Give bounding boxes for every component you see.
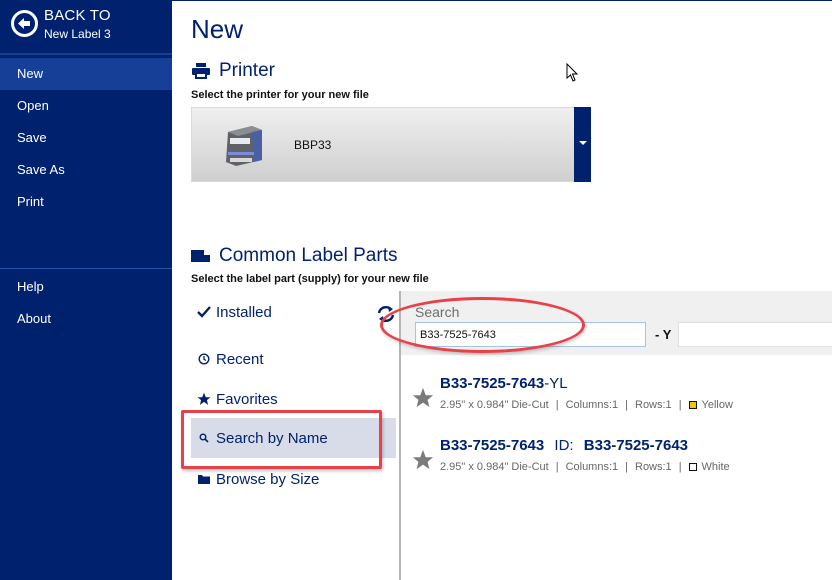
result-color: White [701,461,730,473]
top-border [172,0,832,1]
result-title: B33-7525-7643 ID: B33-7525-7643 [440,437,688,454]
separator: | [555,399,559,411]
result-columns: Columns:1 [565,461,619,473]
tab-label: Favorites [216,390,278,408]
result-size: 2.95" x 0.984" Die-Cut [440,399,549,411]
label-parts-heading-text: Common Label Parts [219,245,398,266]
sidebar: BACK TO New Label 3 New Open Save Save A… [0,0,172,580]
result-columns: Columns:1 [565,399,619,411]
sidebar-item-save-as[interactable]: Save As [0,154,172,186]
tab-label: Recent [216,350,264,368]
separator: | [625,399,628,411]
printer-icon [191,62,211,80]
tab-recent[interactable]: Recent [191,339,396,379]
sidebar-divider [0,268,172,269]
annotation-highlight-ellipse [380,297,585,353]
label-parts-subtitle: Select the label part (supply) for your … [191,273,429,285]
result-title: B33-7525-7643-YL [440,375,568,392]
color-swatch [688,401,697,409]
result-size: 2.95" x 0.984" Die-Cut [440,461,549,473]
result-name: B33-7525-7643 [440,375,545,392]
tab-installed[interactable]: Installed [191,292,396,332]
tab-label: Installed [216,303,272,321]
back-subtitle: New Label 3 [44,27,111,41]
favorite-star-icon[interactable] [412,387,434,414]
result-details: 2.95" x 0.984" Die-Cut | Columns:1 | Row… [440,461,730,473]
result-id-value: B33-7525-7643 [583,437,689,454]
printer-dropdown-button[interactable] [574,107,591,182]
printer-select[interactable]: BBP33 [191,107,591,182]
clock-icon [195,353,212,365]
sidebar-divider [0,53,172,55]
separator: | [625,461,628,473]
sidebar-item-new[interactable]: New [0,58,172,90]
y-label: - Y [655,327,672,342]
separator: | [555,461,559,473]
printer-subtitle: Select the printer for your new file [191,89,369,101]
mouse-cursor-icon [566,62,580,88]
back-arrow-circle-icon [11,10,38,37]
printer-heading: Printer [191,60,275,82]
result-item[interactable]: B33-7525-7643 ID: B33-7525-7643 2.95" x … [412,437,812,487]
result-details: 2.95" x 0.984" Die-Cut | Columns:1 | Row… [440,399,733,411]
sidebar-item-save[interactable]: Save [0,122,172,154]
favorite-star-icon[interactable] [412,449,434,476]
back-title: BACK TO [44,7,111,24]
folder-icon [195,474,212,484]
color-swatch [688,463,697,471]
tab-label: Browse by Size [216,470,320,488]
result-rows: Rows:1 [635,399,672,411]
separator: | [678,399,682,411]
separator: | [678,461,682,473]
sidebar-item-help[interactable]: Help [0,271,172,303]
sidebar-item-about[interactable]: About [0,303,172,335]
result-id-label: ID: [554,437,574,454]
printer-image [222,122,266,170]
page-title: New [191,14,244,44]
printer-name: BBP33 [294,138,332,152]
result-suffix: -YL [544,375,568,392]
star-icon [195,392,212,406]
annotation-highlight-rect [181,410,382,469]
result-item[interactable]: B33-7525-7643-YL 2.95" x 0.984" Die-Cut … [412,375,812,425]
checkmark-icon [195,305,212,319]
label-icon [191,249,211,263]
back-button[interactable]: BACK TO New Label 3 [0,0,172,53]
result-name: B33-7525-7643 [440,437,545,454]
chevron-down-icon [579,141,587,145]
result-rows: Rows:1 [635,461,672,473]
result-color: Yellow [701,399,733,411]
label-parts-heading: Common Label Parts [191,245,397,267]
printer-heading-text: Printer [219,60,275,81]
y-input[interactable] [678,322,832,347]
sidebar-item-open[interactable]: Open [0,90,172,122]
sidebar-item-print[interactable]: Print [0,186,172,218]
